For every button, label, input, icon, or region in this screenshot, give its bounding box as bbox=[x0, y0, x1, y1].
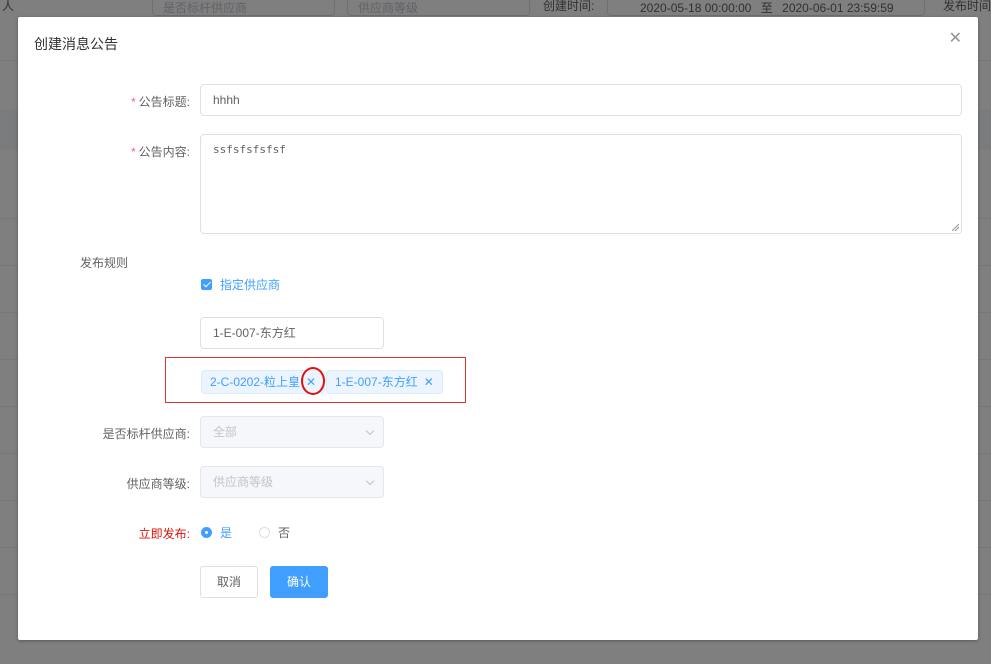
publish-rule-label: 发布规则 bbox=[80, 256, 129, 270]
radio-unselected-icon[interactable] bbox=[259, 527, 270, 538]
close-icon[interactable]: ✕ bbox=[949, 31, 962, 47]
publish-now-label: 立即发布: bbox=[138, 527, 190, 541]
chevron-down-icon bbox=[365, 426, 375, 436]
resize-handle-icon[interactable] bbox=[951, 223, 959, 231]
supplier-grade-label: 供应商等级: bbox=[126, 477, 190, 491]
publish-now-no-radio[interactable]: 否 bbox=[259, 524, 290, 541]
chevron-down-icon bbox=[365, 476, 375, 486]
cancel-button[interactable]: 取消 bbox=[200, 566, 258, 598]
content-text: ssfsfsfsfsf bbox=[213, 143, 286, 156]
publish-now-yes-radio[interactable]: 是 bbox=[201, 524, 232, 541]
supplier-grade-select[interactable]: 供应商等级 bbox=[200, 466, 384, 498]
title-input[interactable]: hhhh bbox=[200, 84, 962, 116]
tag-close-icon[interactable]: ✕ bbox=[424, 375, 434, 389]
supplier-search-input[interactable]: 1-E-007-东方红 bbox=[200, 317, 384, 349]
assign-supplier-label: 指定供应商 bbox=[220, 278, 281, 292]
required-asterisk: * bbox=[130, 95, 136, 109]
radio-selected-icon[interactable] bbox=[201, 527, 212, 538]
assign-supplier-checkbox[interactable]: 指定供应商 bbox=[201, 276, 280, 293]
annotation-circle bbox=[301, 367, 325, 395]
supplier-tag: 1-E-007-东方红 ✕ bbox=[326, 370, 443, 394]
radio-yes-label: 是 bbox=[220, 526, 233, 540]
grade-select-placeholder: 供应商等级 bbox=[213, 475, 274, 489]
create-announcement-dialog: 创建消息公告 ✕ * 公告标题: hhhh * 公告内容: ssfsfsfsfsf … bbox=[18, 17, 978, 640]
confirm-button[interactable]: 确认 bbox=[270, 566, 328, 598]
required-asterisk: * bbox=[130, 145, 136, 159]
title-field-label: * 公告标题: bbox=[130, 95, 190, 109]
content-field-label: * 公告内容: bbox=[130, 145, 190, 159]
benchmark-supplier-label: 是否标杆供应商: bbox=[102, 427, 190, 441]
checkbox-checked-icon[interactable] bbox=[201, 279, 212, 290]
benchmark-supplier-select[interactable]: 全部 bbox=[200, 416, 384, 448]
benchmark-select-value: 全部 bbox=[213, 425, 238, 439]
radio-no-label: 否 bbox=[278, 526, 291, 540]
dialog-title: 创建消息公告 bbox=[34, 36, 118, 52]
content-textarea[interactable]: ssfsfsfsfsf bbox=[200, 134, 962, 234]
